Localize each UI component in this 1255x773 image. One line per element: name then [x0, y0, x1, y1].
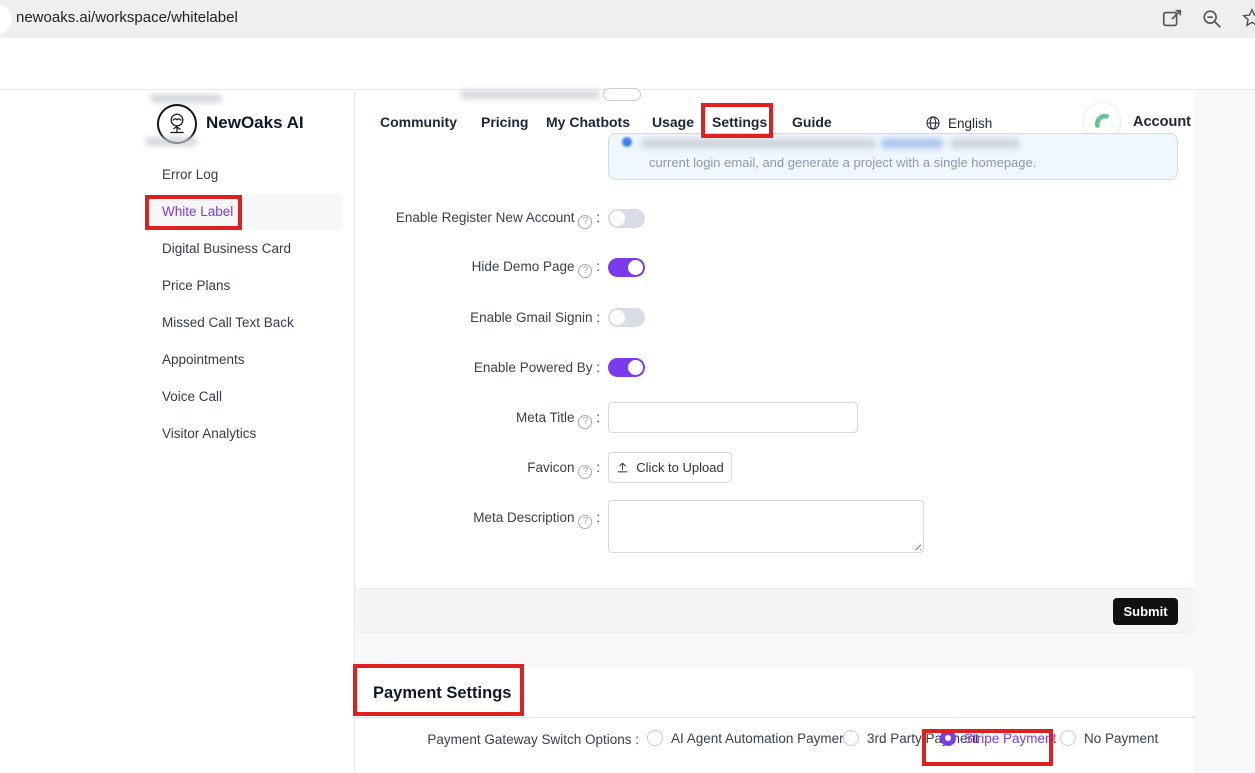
sidebar-item-price-plans[interactable]: Price Plans: [150, 268, 343, 304]
radio-icon: [1060, 730, 1076, 746]
help-icon[interactable]: [578, 465, 592, 479]
zoom-out-icon[interactable]: [1201, 8, 1223, 30]
redacted-link: [881, 138, 943, 149]
info-text: current login email, and generate a proj…: [649, 155, 1036, 170]
nav-community[interactable]: Community: [380, 114, 457, 130]
info-box: current login email, and generate a proj…: [608, 133, 1178, 180]
redacted-text: [641, 138, 876, 149]
field-label: Favicon: [355, 460, 600, 479]
radio-stripe-payment[interactable]: Stripe Payment: [940, 730, 1056, 746]
redacted-text: [950, 138, 1020, 149]
nav-guide[interactable]: Guide: [792, 114, 832, 130]
main-content: Community Pricing My Chatbots Usage Sett…: [355, 90, 1255, 773]
radio-no-payment[interactable]: No Payment: [1060, 730, 1158, 746]
browser-title-bar: newoaks.ai/workspace/whitelabel: [0, 0, 1255, 38]
toggle-enable-gmail-signin[interactable]: [608, 308, 645, 327]
sidebar-item-visitor-analytics[interactable]: Visitor Analytics: [150, 416, 343, 452]
payment-gateway-label: Payment Gateway Switch Options: [355, 732, 639, 747]
field-label: Enable Powered By: [355, 360, 600, 375]
field-label: Enable Gmail Signin: [355, 310, 600, 325]
payment-settings-card: Payment Settings Payment Gateway Switch …: [355, 668, 1195, 773]
toggle-hide-demo-page[interactable]: [608, 258, 645, 277]
sidebar-item-digital-business-card[interactable]: Digital Business Card: [150, 231, 343, 267]
green-phone-icon: [1091, 110, 1113, 132]
nav-pricing[interactable]: Pricing: [481, 114, 528, 130]
radio-icon: [940, 730, 956, 746]
share-icon[interactable]: [1161, 8, 1183, 30]
redacted-text: [150, 94, 222, 103]
meta-description-textarea[interactable]: [608, 500, 924, 553]
help-icon[interactable]: [578, 515, 592, 529]
language-selector[interactable]: English: [948, 116, 992, 131]
sidebar-item-missed-call-text-back[interactable]: Missed Call Text Back: [150, 305, 343, 341]
sidebar-item-error-log[interactable]: Error Log: [150, 157, 343, 193]
payment-settings-title: Payment Settings: [373, 684, 511, 703]
redacted-text: [460, 90, 600, 99]
field-label: Meta Title: [355, 410, 600, 429]
toggle-enable-register-new-account[interactable]: [608, 209, 645, 228]
help-icon[interactable]: [578, 264, 592, 278]
field-label: Meta Description: [355, 510, 600, 529]
partial-toggle: [603, 88, 641, 101]
submit-button[interactable]: Submit: [1113, 598, 1178, 625]
field-label: Enable Register New Account: [355, 210, 600, 229]
bookmarks-bar: ube a Amazon.com eBay TurboTax.com Walma…: [0, 38, 1255, 90]
toggle-enable-powered-by[interactable]: [608, 358, 645, 377]
help-icon[interactable]: [578, 415, 592, 429]
help-icon[interactable]: [578, 215, 592, 229]
url-text[interactable]: newoaks.ai/workspace/whitelabel: [16, 9, 238, 26]
form-footer: Submit: [355, 588, 1195, 632]
field-label: Hide Demo Page: [355, 259, 600, 278]
sidebar-item-white-label[interactable]: White Label: [150, 194, 343, 230]
star-icon[interactable]: [1241, 7, 1255, 29]
nav-usage[interactable]: Usage: [652, 114, 694, 130]
nav-my-chatbots[interactable]: My Chatbots: [546, 114, 630, 130]
white-label-form-card: Community Pricing My Chatbots Usage Sett…: [355, 90, 1195, 632]
sidebar-item-voice-call[interactable]: Voice Call: [150, 379, 343, 415]
nav-settings[interactable]: Settings: [712, 114, 767, 130]
radio-icon: [843, 730, 859, 746]
sidebar: NewOaks AI Error Log White Label Digital…: [0, 90, 355, 773]
brand-name: NewOaks AI: [206, 113, 304, 133]
meta-title-input[interactable]: [608, 402, 858, 433]
globe-icon: [925, 115, 941, 131]
redacted-text: [145, 137, 197, 146]
divider: [355, 717, 1195, 718]
radio-ai-agent-automation-payment[interactable]: AI Agent Automation Payment: [647, 730, 850, 746]
sidebar-item-appointments[interactable]: Appointments: [150, 342, 343, 378]
info-dot-icon: [622, 137, 632, 147]
upload-icon: [616, 461, 629, 474]
radio-icon: [647, 730, 663, 746]
url-bar-pill: [0, 4, 12, 34]
click-to-upload-button[interactable]: Click to Upload: [608, 452, 732, 483]
